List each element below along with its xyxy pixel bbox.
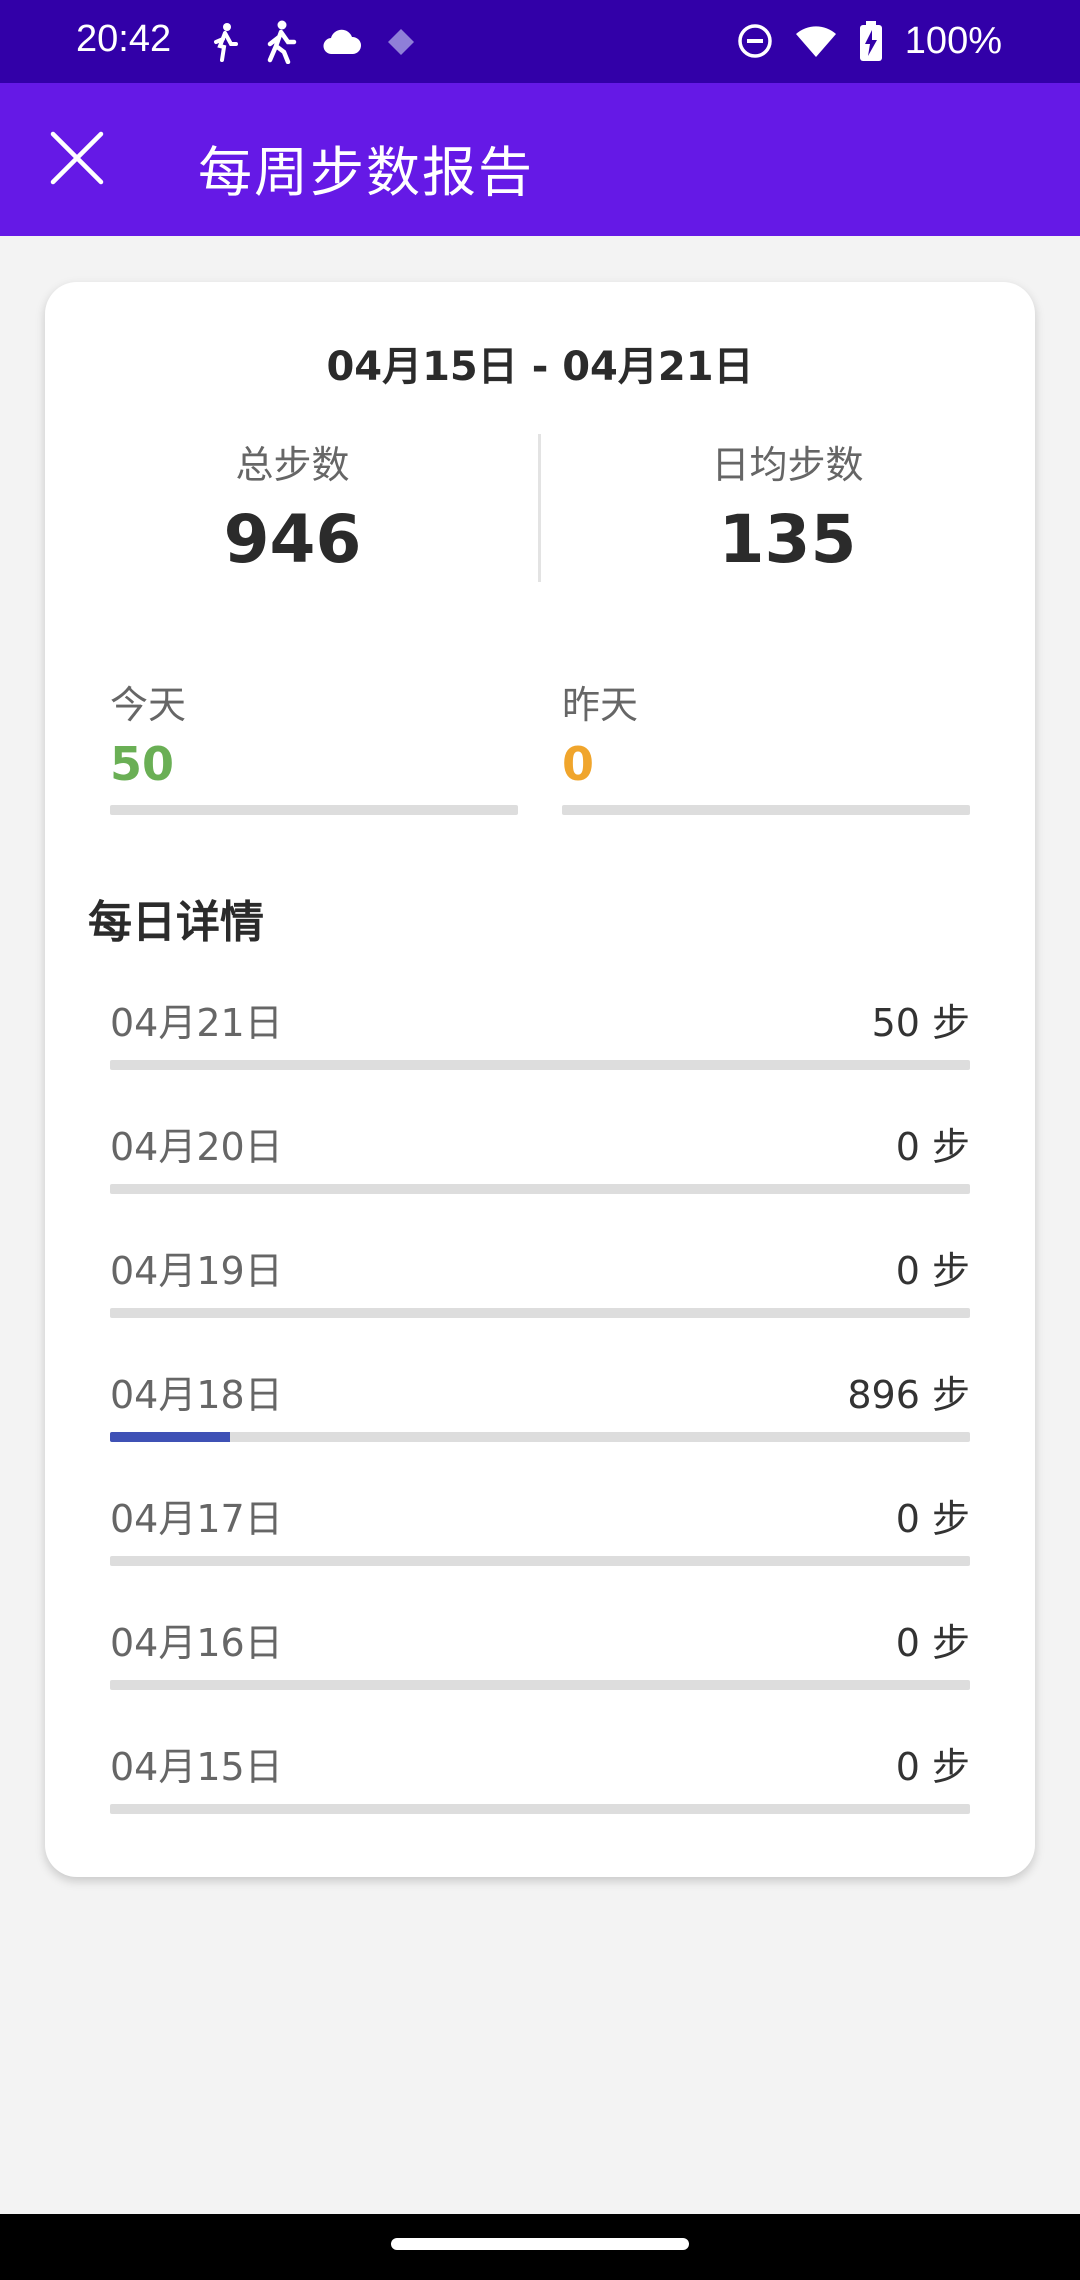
battery-percentage: 100%	[904, 19, 1002, 62]
today-label: 今天	[110, 683, 187, 727]
day-steps: 0 步	[895, 1249, 970, 1293]
list-item: 04月15日 0 步	[110, 1736, 970, 1860]
day-steps: 0 步	[895, 1125, 970, 1169]
total-steps-label: 总步数	[235, 443, 350, 487]
dnd-icon	[737, 23, 773, 59]
list-item: 04月16日 0 步	[110, 1612, 970, 1736]
day-progress-bar	[110, 1680, 970, 1690]
yesterday-label: 昨天	[562, 683, 639, 727]
average-steps-value: 135	[718, 501, 857, 578]
day-progress-bar	[110, 1060, 970, 1070]
list-item: 04月21日 50 步	[110, 992, 970, 1116]
daily-details-title: 每日详情	[88, 897, 264, 948]
day-progress-bar	[110, 1432, 970, 1442]
day-progress-bar	[110, 1308, 970, 1318]
cloud-icon	[322, 28, 362, 56]
day-date: 04月17日	[110, 1497, 283, 1541]
day-date: 04月15日	[110, 1745, 283, 1789]
page-title: 每周步数报告	[198, 141, 534, 204]
battery-charging-icon	[859, 21, 883, 61]
list-item: 04月20日 0 步	[110, 1116, 970, 1240]
today-progress-bar	[110, 805, 518, 815]
close-button[interactable]	[44, 125, 110, 191]
day-date: 04月21日	[110, 1001, 283, 1045]
status-notification-icons	[210, 20, 416, 64]
day-progress-bar	[110, 1184, 970, 1194]
day-progress-fill	[110, 1432, 231, 1442]
day-steps: 0 步	[895, 1745, 970, 1789]
yesterday-block: 昨天 0	[562, 674, 970, 815]
day-steps: 50 步	[871, 1001, 970, 1045]
status-system-icons: 100%	[737, 18, 1002, 64]
today-value: 50	[110, 737, 175, 791]
date-range: 04月15日 - 04月21日	[326, 344, 754, 390]
day-date: 04月19日	[110, 1249, 283, 1293]
yesterday-value: 0	[562, 737, 595, 791]
list-item: 04月17日 0 步	[110, 1488, 970, 1612]
day-steps: 896 步	[847, 1373, 970, 1417]
home-gesture-handle[interactable]	[391, 2238, 689, 2250]
day-date: 04月18日	[110, 1373, 283, 1417]
day-date: 04月16日	[110, 1621, 283, 1665]
navigation-bar	[0, 2214, 1080, 2280]
day-progress-bar	[110, 1804, 970, 1814]
status-time: 20:42	[76, 18, 172, 60]
day-steps: 0 步	[895, 1497, 970, 1541]
walk-icon	[210, 22, 240, 62]
day-steps: 0 步	[895, 1621, 970, 1665]
app-bar: 每周步数报告	[0, 83, 1080, 236]
wifi-icon	[795, 24, 837, 58]
total-steps-value: 946	[223, 501, 362, 578]
weekly-report-card: 04月15日 - 04月21日 总步数 946 日均步数 135 今天 50 昨…	[45, 282, 1035, 1877]
status-bar: 20:42 100%	[0, 0, 1080, 83]
average-steps-summary: 日均步数 135	[540, 434, 1035, 578]
hike-icon	[264, 20, 298, 64]
today-block: 今天 50	[110, 674, 518, 815]
average-steps-label: 日均步数	[711, 443, 864, 487]
total-steps-summary: 总步数 946	[45, 434, 540, 578]
day-date: 04月20日	[110, 1125, 283, 1169]
daily-details-list: 04月21日 50 步 04月20日 0 步 04月19日 0 步 04月18日 896 步0…	[110, 992, 970, 1860]
list-item: 04月19日 0 步	[110, 1240, 970, 1364]
yesterday-progress-bar	[562, 805, 970, 815]
close-icon	[50, 131, 104, 185]
day-progress-bar	[110, 1556, 970, 1566]
diamond-icon	[386, 27, 416, 57]
list-item: 04月18日 896 步	[110, 1364, 970, 1488]
